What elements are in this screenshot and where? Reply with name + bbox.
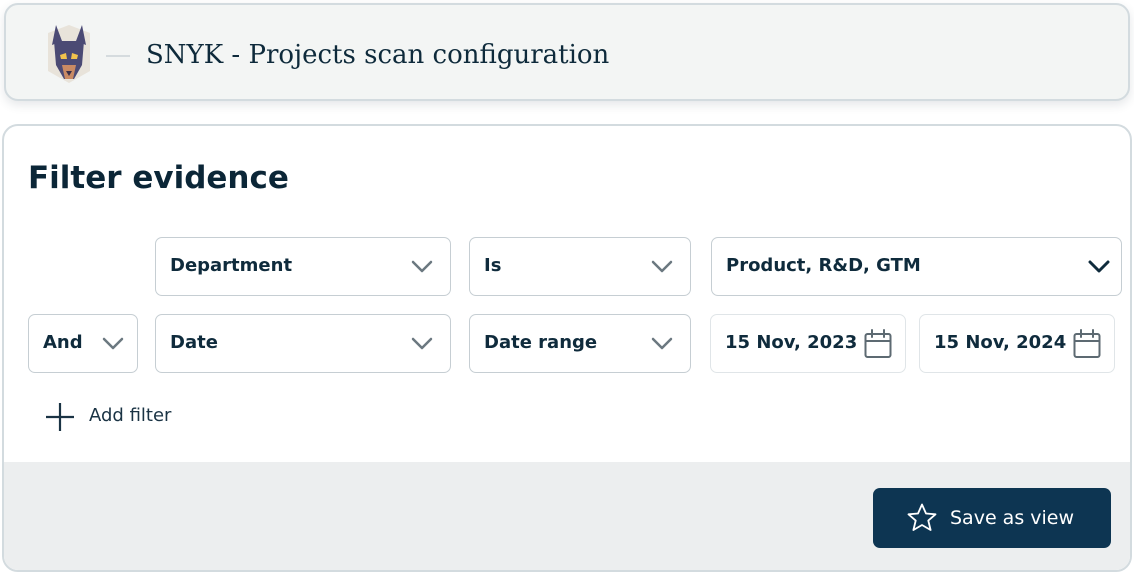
page-title: SNYK - Projects scan configuration — [146, 40, 610, 70]
save-as-view-label: Save as view — [950, 507, 1075, 529]
add-filter-label: Add filter — [89, 405, 172, 426]
chevron-down-icon — [102, 337, 124, 350]
end-date-value: 15 Nov, 2024 — [934, 332, 1067, 353]
filter-panel: Filter evidence Department Is Product, R… — [2, 124, 1132, 572]
connector-select[interactable]: And — [28, 314, 138, 373]
end-date-input[interactable]: 15 Nov, 2024 — [919, 314, 1115, 373]
save-as-view-button[interactable]: Save as view — [873, 488, 1111, 548]
chevron-down-icon — [411, 337, 433, 350]
field-select[interactable]: Date — [155, 314, 451, 373]
field-select[interactable]: Department — [155, 237, 451, 296]
connector-select-value: And — [43, 332, 83, 353]
panel-title: Filter evidence — [28, 160, 289, 196]
chevron-down-icon — [651, 337, 673, 350]
start-date-value: 15 Nov, 2023 — [725, 332, 858, 353]
operator-select-value: Is — [484, 255, 502, 276]
calendar-icon[interactable] — [1073, 329, 1101, 359]
operator-select[interactable]: Is — [469, 237, 691, 296]
plus-icon — [46, 403, 74, 431]
doberman-logo-icon — [48, 25, 90, 83]
value-multiselect[interactable]: Product, R&D, GTM — [711, 237, 1122, 296]
chevron-down-icon — [1088, 260, 1110, 273]
field-select-value: Department — [170, 255, 293, 276]
calendar-icon[interactable] — [864, 329, 892, 359]
header-divider — [106, 55, 130, 57]
chevron-down-icon — [651, 260, 673, 273]
star-icon — [907, 503, 937, 531]
header-bar: SNYK - Projects scan configuration — [4, 3, 1130, 101]
operator-select-value: Date range — [484, 332, 598, 353]
start-date-input[interactable]: 15 Nov, 2023 — [710, 314, 906, 373]
value-multiselect-value: Product, R&D, GTM — [726, 255, 921, 276]
field-select-value: Date — [170, 332, 218, 353]
operator-select[interactable]: Date range — [469, 314, 691, 373]
chevron-down-icon — [411, 260, 433, 273]
